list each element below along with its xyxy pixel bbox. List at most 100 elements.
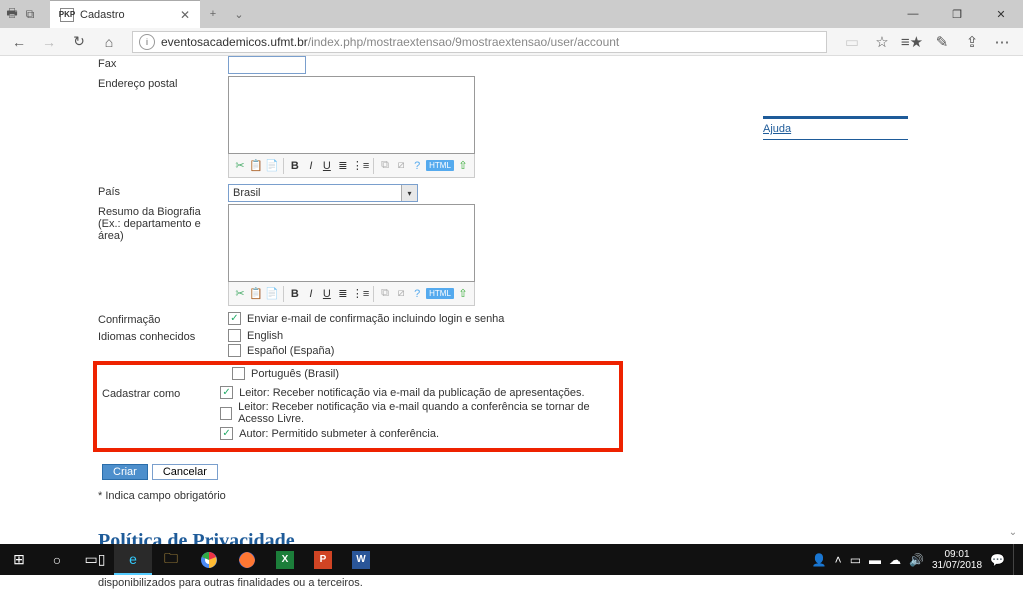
onedrive-icon[interactable]: ☁ <box>889 553 901 567</box>
lang-es-label: Español (España) <box>247 345 334 357</box>
page-content: Ajuda Fax Endereço postal ✂ 📋 📄 B I U ≣ … <box>0 56 1023 544</box>
lang-pt-checkbox[interactable] <box>232 367 245 380</box>
html-icon[interactable]: HTML <box>426 160 454 171</box>
url-path: /index.php/mostraextensao/9mostraextensa… <box>308 35 620 49</box>
volume-icon[interactable]: 🔊 <box>909 553 924 567</box>
more-icon[interactable]: ⋯ <box>987 30 1017 54</box>
new-tab-button[interactable]: + <box>200 8 226 20</box>
role-author-label: Autor: Permitido submeter à conferência. <box>239 428 439 440</box>
minimize-button[interactable]: — <box>891 0 935 28</box>
unlink-icon[interactable]: ⧄ <box>394 157 408 175</box>
number-list-icon[interactable]: ⋮≡ <box>352 285 369 303</box>
back-button[interactable]: ← <box>6 30 32 54</box>
task-view-button[interactable]: ▭▯ <box>76 544 114 575</box>
browser-tab[interactable]: PKP Cadastro ✕ <box>50 0 200 28</box>
excel-taskbar-icon[interactable]: X <box>266 544 304 575</box>
help-icon[interactable]: ? <box>410 157 424 175</box>
number-list-icon[interactable]: ⋮≡ <box>352 157 369 175</box>
bold-icon[interactable]: B <box>288 157 302 175</box>
copy-icon[interactable]: 📋 <box>249 157 263 175</box>
copy-icon[interactable]: 📋 <box>249 285 263 303</box>
confirmation-label: Confirmação <box>98 312 228 326</box>
explorer-taskbar-icon[interactable]: 🗀 <box>152 544 190 575</box>
people-icon[interactable]: 👤 <box>812 553 827 567</box>
forward-button[interactable]: → <box>36 30 62 54</box>
powerpoint-taskbar-icon[interactable]: P <box>304 544 342 575</box>
paste-icon[interactable]: 📄 <box>265 157 279 175</box>
register-as-label: Cadastrar como <box>102 386 220 400</box>
confirm-email-checkbox[interactable]: ✓ <box>228 312 241 325</box>
network-icon[interactable]: ▭ <box>850 553 861 567</box>
lang-en-checkbox[interactable] <box>228 329 241 342</box>
taskbar: ⊞ ○ ▭▯ e 🗀 X P W 👤 ˄ ▭ ▬ ☁ 🔊 09:01 31/07… <box>0 544 1023 575</box>
favorite-icon[interactable]: ☆ <box>867 30 897 54</box>
upload-icon[interactable]: ⇧ <box>456 157 470 175</box>
print-icon[interactable]: 🖶 <box>4 6 20 22</box>
reading-view-icon[interactable]: ▭ <box>837 30 867 54</box>
system-tray: 👤 ˄ ▭ ▬ ☁ 🔊 09:01 31/07/2018 💬 <box>812 544 1023 575</box>
url-input[interactable]: i eventosacademicos.ufmt.br/index.php/mo… <box>132 31 827 53</box>
link-icon[interactable]: ⧉ <box>378 285 392 303</box>
sidebar-help: Ajuda <box>763 116 908 140</box>
notes-icon[interactable]: ✎ <box>927 30 957 54</box>
address-editor-toolbar: ✂ 📋 📄 B I U ≣ ⋮≡ ⧉ ⧄ ? HTML ⇧ <box>228 154 475 178</box>
maximize-button[interactable]: ❐ <box>935 0 979 28</box>
chevron-down-icon: ▾ <box>401 185 417 201</box>
upload-icon[interactable]: ⇧ <box>456 285 470 303</box>
bio-textarea[interactable] <box>228 204 475 282</box>
site-info-icon[interactable]: i <box>139 34 155 50</box>
home-button[interactable]: ⌂ <box>96 30 122 54</box>
unlink-icon[interactable]: ⧄ <box>394 285 408 303</box>
start-button[interactable]: ⊞ <box>0 544 38 575</box>
show-desktop-button[interactable] <box>1013 544 1019 575</box>
favicon: PKP <box>60 8 74 22</box>
cortana-button[interactable]: ○ <box>38 544 76 575</box>
bullet-list-icon[interactable]: ≣ <box>336 285 350 303</box>
address-bar: ← → ↻ ⌂ i eventosacademicos.ufmt.br/inde… <box>0 28 1023 56</box>
tab-chevron-icon[interactable]: ⌄ <box>226 8 252 21</box>
chrome-taskbar-icon[interactable] <box>190 544 228 575</box>
tab-close-icon[interactable]: ✕ <box>180 8 190 22</box>
firefox-taskbar-icon[interactable] <box>228 544 266 575</box>
cut-icon[interactable]: ✂ <box>233 285 247 303</box>
underline-icon[interactable]: U <box>320 157 334 175</box>
paste-icon[interactable]: 📄 <box>265 285 279 303</box>
html-icon[interactable]: HTML <box>426 288 454 299</box>
tabs-icon[interactable]: ⧉ <box>22 6 38 22</box>
role-author-checkbox[interactable]: ✓ <box>220 427 233 440</box>
edge-taskbar-icon[interactable]: e <box>114 544 152 575</box>
tray-chevron-icon[interactable]: ˄ <box>835 553 842 567</box>
country-label: País <box>98 184 228 198</box>
help-link[interactable]: Ajuda <box>763 123 791 135</box>
country-select[interactable]: Brasil ▾ <box>228 184 418 202</box>
help-icon[interactable]: ? <box>410 285 424 303</box>
link-icon[interactable]: ⧉ <box>378 157 392 175</box>
word-taskbar-icon[interactable]: W <box>342 544 380 575</box>
cancel-button[interactable]: Cancelar <box>152 464 218 480</box>
favorites-list-icon[interactable]: ≡★ <box>897 30 927 54</box>
refresh-button[interactable]: ↻ <box>66 30 92 54</box>
cut-icon[interactable]: ✂ <box>233 157 247 175</box>
role-reader2-checkbox[interactable] <box>220 407 232 420</box>
italic-icon[interactable]: I <box>304 285 318 303</box>
lang-en-label: English <box>247 330 283 342</box>
fax-input[interactable] <box>228 56 306 74</box>
clock[interactable]: 09:01 31/07/2018 <box>932 549 982 571</box>
country-selected: Brasil <box>233 187 261 199</box>
lang-es-checkbox[interactable] <box>228 344 241 357</box>
bullet-list-icon[interactable]: ≣ <box>336 157 350 175</box>
scroll-down-icon[interactable]: ⌄ <box>1005 524 1021 540</box>
close-window-button[interactable]: ✕ <box>979 0 1023 28</box>
share-icon[interactable]: ⇪ <box>957 30 987 54</box>
italic-icon[interactable]: I <box>304 157 318 175</box>
battery-icon[interactable]: ▬ <box>869 553 881 567</box>
underline-icon[interactable]: U <box>320 285 334 303</box>
bold-icon[interactable]: B <box>288 285 302 303</box>
notifications-icon[interactable]: 💬 <box>990 553 1005 567</box>
role-reader-checkbox[interactable]: ✓ <box>220 386 233 399</box>
url-host: eventosacademicos.ufmt.br <box>161 35 308 49</box>
bio-editor-toolbar: ✂ 📋 📄 B I U ≣ ⋮≡ ⧉ ⧄ ? HTML ⇧ <box>228 282 475 306</box>
address-textarea[interactable] <box>228 76 475 154</box>
create-button[interactable]: Criar <box>102 464 148 480</box>
languages-label: Idiomas conhecidos <box>98 329 228 343</box>
